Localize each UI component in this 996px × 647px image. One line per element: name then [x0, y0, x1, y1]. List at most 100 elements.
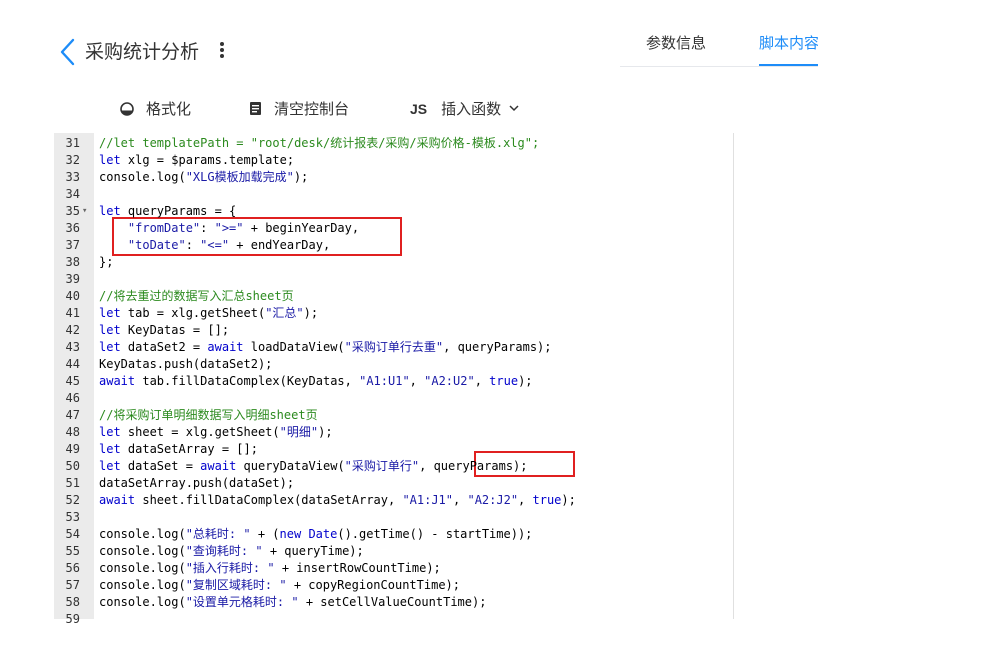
line-number: 35 — [65, 204, 80, 218]
code-token: ); — [293, 170, 309, 184]
code-line[interactable]: 57 console.log("复制区域耗时: " + copyRegionCou… — [54, 577, 733, 594]
back-chevron-icon[interactable] — [58, 38, 76, 66]
code-line[interactable]: 47 //将采购订单明细数据写入明细sheet页 — [54, 407, 733, 424]
line-number: 45 — [65, 374, 80, 388]
code-token: //let templatePath = "root/desk/统计报表/采购/… — [99, 136, 540, 150]
line-number: 33 — [65, 170, 80, 184]
code-text: console.log("复制区域耗时: " + copyRegionCount… — [99, 577, 460, 594]
code-line[interactable]: 40 //将去重过的数据写入汇总sheet页 — [54, 288, 733, 305]
code-line[interactable]: 33 console.log("XLG模板加载完成"); — [54, 169, 733, 186]
code-token: "A2:U2" — [424, 374, 475, 388]
line-number: 55 — [65, 544, 80, 558]
code-token: sheet = xlg.getSheet( — [120, 425, 280, 439]
code-line[interactable]: 58 console.log("设置单元格耗时: " + setCellValue… — [54, 594, 733, 611]
code-text: console.log("设置单元格耗时: " + setCellValueCo… — [99, 594, 486, 611]
code-token: xlg = $params.template; — [120, 153, 295, 167]
code-token: console.log( — [99, 544, 186, 558]
code-token: let — [99, 340, 121, 354]
code-token: //将采购订单明细数据写入明细sheet页 — [99, 408, 318, 422]
line-number: 38 — [65, 255, 80, 269]
code-line[interactable]: 43 let dataSet2 = await loadDataView("采购订… — [54, 339, 733, 356]
insert-function-label: 插入函数 — [441, 100, 502, 118]
format-label: 格式化 — [146, 100, 192, 118]
code-token: "总耗时: " — [185, 527, 251, 541]
code-text: await sheet.fillDataComplex(dataSetArray… — [99, 492, 576, 509]
code-token: + setCellValueCountTime); — [298, 595, 487, 609]
line-number: 44 — [65, 357, 80, 371]
code-token: + ( — [250, 527, 280, 541]
line-number: 59 — [65, 612, 80, 626]
clear-console-icon — [250, 102, 261, 115]
code-line[interactable]: 39 — [54, 271, 733, 288]
format-button[interactable]: 格式化 — [120, 98, 191, 119]
code-line[interactable]: 46 — [54, 390, 733, 407]
code-token: KeyDatas.push(dataSet2); — [99, 357, 273, 371]
line-number: 48 — [65, 425, 80, 439]
line-number: 51 — [65, 476, 80, 490]
code-text: "fromDate": ">=" + beginYearDay, — [99, 220, 359, 237]
code-line[interactable]: 36 "fromDate": ">=" + beginYearDay, — [54, 220, 733, 237]
code-text: console.log("总耗时: " + (new Date().getTim… — [99, 526, 532, 543]
line-number: 37 — [65, 238, 80, 252]
insert-function-dropdown[interactable]: JS 插入函数 — [410, 98, 531, 119]
code-line[interactable]: 45 await tab.fillDataComplex(KeyDatas, "A… — [54, 373, 733, 390]
code-line[interactable]: 38}; — [54, 254, 733, 271]
line-number: 57 — [65, 578, 80, 592]
fold-arrow-icon[interactable]: ▾ — [82, 203, 87, 220]
code-line[interactable]: 56 console.log("插入行耗时: " + insertRowCount… — [54, 560, 733, 577]
code-line[interactable]: 55 console.log("查询耗时: " + queryTime); — [54, 543, 733, 560]
more-vertical-icon[interactable] — [218, 40, 226, 62]
code-line[interactable]: 59 — [54, 611, 733, 628]
line-number: 54 — [65, 527, 80, 541]
code-token: true — [489, 374, 519, 388]
line-number: 52 — [65, 493, 80, 507]
code-line[interactable]: 54 console.log("总耗时: " + (new Date().getT… — [54, 526, 733, 543]
code-editor[interactable]: 31 //let templatePath = "root/desk/统计报表/采… — [54, 133, 734, 626]
code-token: let — [99, 204, 121, 218]
code-text: let dataSetArray = []; — [99, 441, 258, 458]
code-line[interactable]: 51 dataSetArray.push(dataSet); — [54, 475, 733, 492]
code-token: "toDate" — [127, 238, 186, 252]
code-line[interactable]: 41 let tab = xlg.getSheet("汇总"); — [54, 305, 733, 322]
line-number: 31 — [65, 136, 80, 150]
code-token: dataSetArray.push(dataSet); — [99, 476, 295, 490]
code-token: tab = xlg.getSheet( — [120, 306, 266, 320]
code-line[interactable]: 32 let xlg = $params.template; — [54, 152, 733, 169]
code-line[interactable]: 48 let sheet = xlg.getSheet("明细"); — [54, 424, 733, 441]
code-line[interactable]: 44 KeyDatas.push(dataSet2); — [54, 356, 733, 373]
line-number: 42 — [65, 323, 80, 337]
code-token: , queryParams); — [419, 459, 528, 473]
code-token: "<=" — [200, 238, 230, 252]
code-token: , — [518, 493, 533, 507]
code-line[interactable]: 42 let KeyDatas = []; — [54, 322, 733, 339]
code-token: ); — [561, 493, 576, 507]
code-line[interactable]: 34 — [54, 186, 733, 203]
code-token: + queryTime); — [262, 544, 364, 558]
code-token: ); — [318, 425, 333, 439]
code-text: await tab.fillDataComplex(KeyDatas, "A1:… — [99, 373, 533, 390]
code-token: : — [185, 238, 201, 252]
code-token: sheet.fillDataComplex(dataSetArray, — [135, 493, 403, 507]
code-line[interactable]: 53 — [54, 509, 733, 526]
format-icon — [120, 101, 134, 116]
tab-script-content[interactable]: 脚本内容 — [759, 32, 818, 54]
line-number: 50 — [65, 459, 80, 473]
code-token: "A1:U1" — [359, 374, 410, 388]
code-line[interactable]: 50 let dataSet = await queryDataView("采购订… — [54, 458, 733, 475]
code-token: "插入行耗时: " — [185, 561, 275, 575]
tab-params-info[interactable]: 参数信息 — [646, 32, 706, 54]
code-token: "汇总" — [265, 306, 304, 320]
clear-console-label: 清空控制台 — [274, 100, 350, 118]
code-line[interactable]: 37 "toDate": "<=" + endYearDay, — [54, 237, 733, 254]
code-line[interactable]: 31 //let templatePath = "root/desk/统计报表/采… — [54, 135, 733, 152]
code-token: loadDataView( — [243, 340, 345, 354]
code-text: let dataSet2 = await loadDataView("采购订单行… — [99, 339, 552, 356]
code-token: , — [409, 374, 425, 388]
code-line[interactable]: 52 await sheet.fillDataComplex(dataSetArr… — [54, 492, 733, 509]
clear-console-button[interactable]: 清空控制台 — [249, 98, 349, 119]
code-line[interactable]: 35 ▾ let queryParams = { — [54, 203, 733, 220]
line-number: 34 — [65, 187, 80, 201]
code-token: "采购订单行去重" — [344, 340, 444, 354]
code-token: let — [99, 442, 121, 456]
code-line[interactable]: 49 let dataSetArray = []; — [54, 441, 733, 458]
